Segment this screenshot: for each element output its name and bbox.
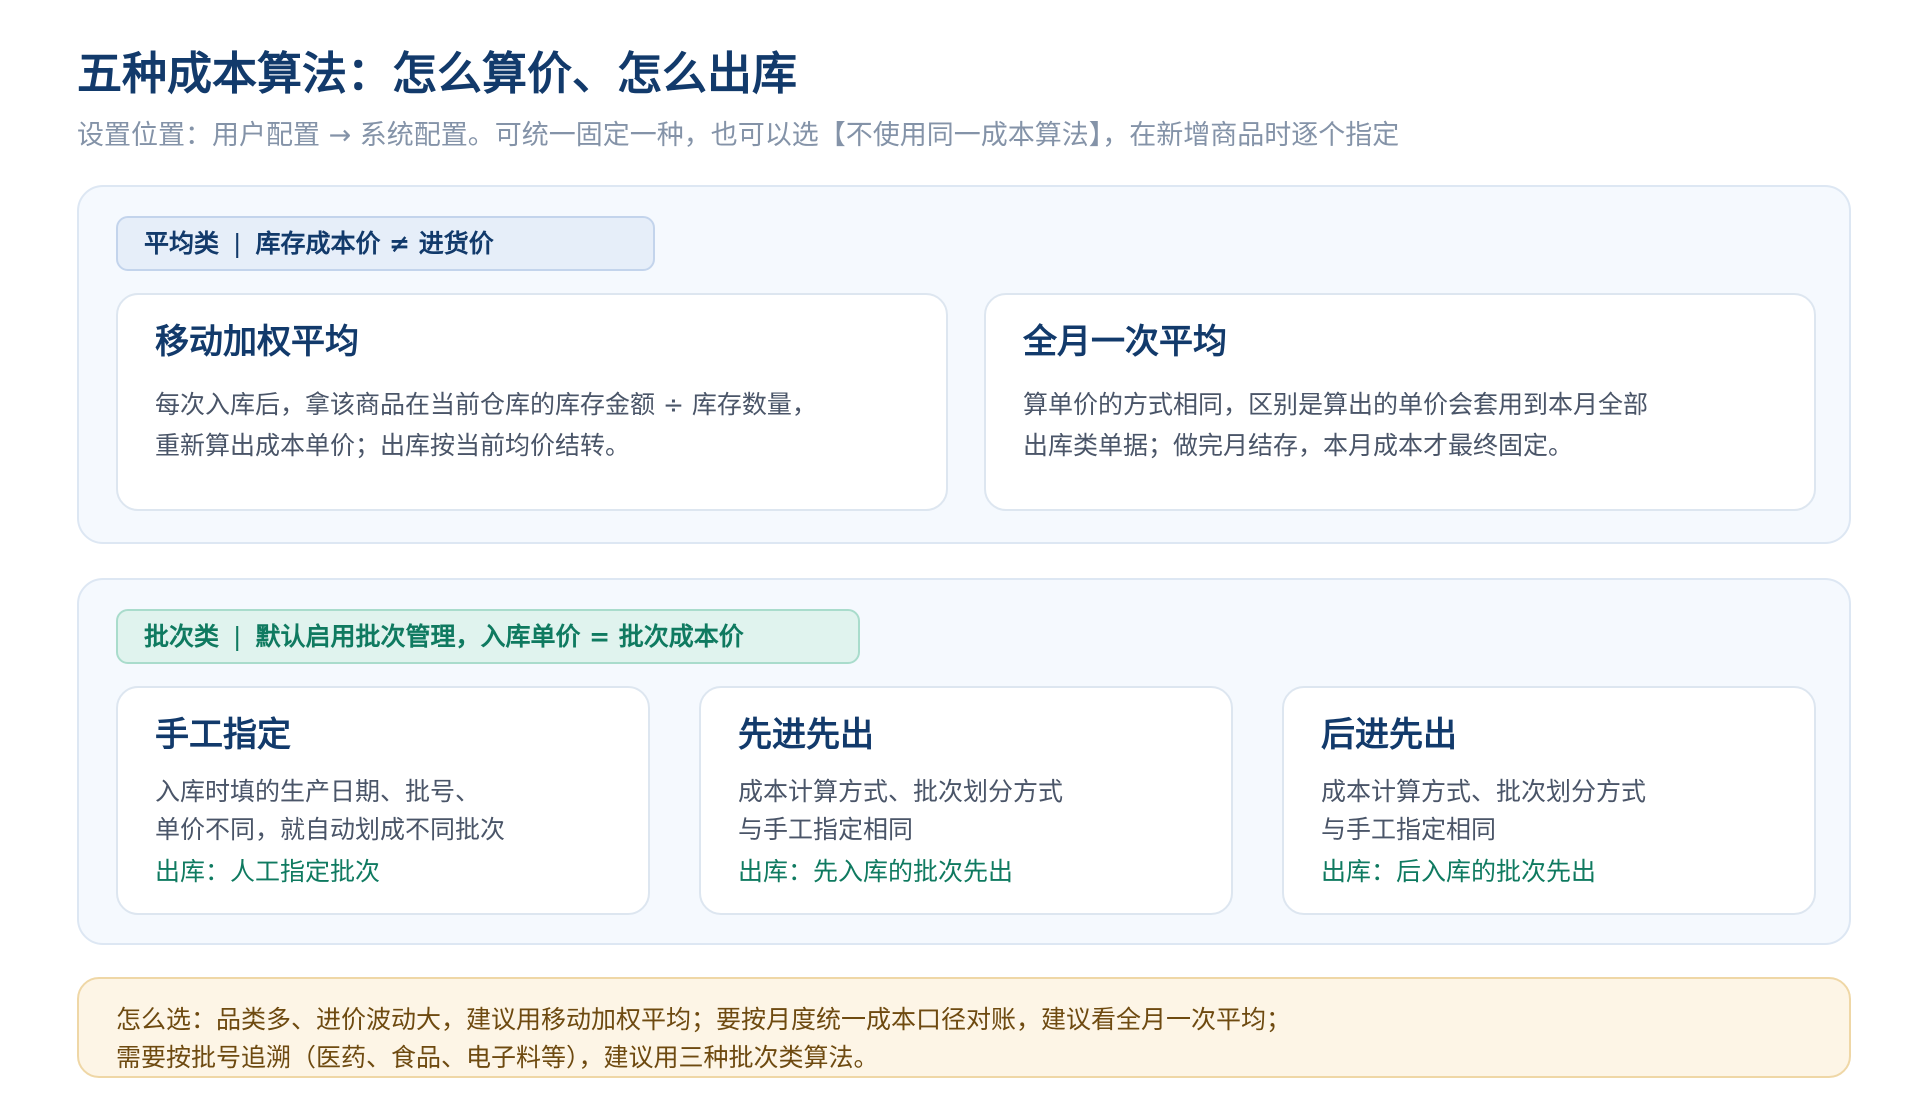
page-title: 五种成本算法：怎么算价、怎么出库 [77,47,798,100]
method-card-lifo: 后进先出 成本计算方式、批次划分方式 与手工指定相同 出库：后入库的批次先出 [1282,686,1816,915]
card-description-line: 算单价的方式相同，区别是算出的单价会套用到本月全部 [1023,390,1649,419]
method-card-fifo: 先进先出 成本计算方式、批次划分方式 与手工指定相同 出库：先入库的批次先出 [699,686,1233,915]
card-description-line: 单价不同，就自动划成不同批次 [155,815,506,844]
batch-tag-separator: | [233,622,242,651]
card-title: 手工指定 [155,715,291,755]
card-description-line: 成本计算方式、批次划分方式 [1321,777,1647,806]
card-description-line: 成本计算方式、批次划分方式 [738,777,1064,806]
card-outbound-rule: 出库：后入库的批次先出 [1321,857,1597,886]
card-outbound-rule: 出库：先入库的批次先出 [738,857,1014,886]
method-card-manual-specify: 手工指定 入库时填的生产日期、批号、 单价不同，就自动划成不同批次 出库：人工指… [116,686,650,915]
card-description-line: 每次入库后，拿该商品在当前仓库的库存金额 ÷ 库存数量， [155,390,817,419]
page: 五种成本算法：怎么算价、怎么出库 设置位置：用户配置 → 系统配置。可统一固定一… [0,0,1920,1098]
card-description: 每次入库后，拿该商品在当前仓库的库存金额 ÷ 库存数量， 重新算出成本单价；出库… [155,384,817,466]
card-description: 成本计算方式、批次划分方式 与手工指定相同 [738,773,1063,849]
card-title: 全月一次平均 [1023,322,1227,362]
card-description-line: 出库类单据；做完月结存，本月成本才最终固定。 [1023,431,1574,460]
batch-methods-section: 批次类 | 默认启用批次管理，入库单价 = 批次成本价 手工指定 入库时填的生产日期… [77,578,1851,945]
average-tag-category: 平均类 [144,229,220,258]
average-category-tag: 平均类 | 库存成本价 ≠ 进货价 [116,216,655,271]
page-subtitle: 设置位置：用户配置 → 系统配置。可统一固定一种，也可以选【不使用同一成本算法】… [77,120,1400,151]
tip-line: 需要按批号追溯（医药、食品、电子料等），建议用三种批次类算法。 [116,1043,879,1072]
card-description-line: 与手工指定相同 [738,815,914,844]
batch-tag-category: 批次类 [144,622,220,651]
card-description-line: 与手工指定相同 [1321,815,1497,844]
average-tag-note: 库存成本价 ≠ 进货价 [255,229,494,258]
tip-line: 怎么选：品类多、进价波动大，建议用移动加权平均；要按月度统一成本口径对账，建议看… [116,1005,1292,1034]
card-title: 后进先出 [1321,715,1457,755]
card-description: 入库时填的生产日期、批号、 单价不同，就自动划成不同批次 [155,773,505,849]
card-title: 先进先出 [738,715,874,755]
batch-tag-note: 默认启用批次管理，入库单价 = 批次成本价 [255,622,744,651]
average-tag-separator: | [233,229,242,258]
card-description: 成本计算方式、批次划分方式 与手工指定相同 [1321,773,1646,849]
card-description-line: 入库时填的生产日期、批号、 [155,777,481,806]
selection-tip-box: 怎么选：品类多、进价波动大，建议用移动加权平均；要按月度统一成本口径对账，建议看… [77,977,1851,1078]
method-card-monthly-average: 全月一次平均 算单价的方式相同，区别是算出的单价会套用到本月全部 出库类单据；做… [984,293,1816,511]
average-methods-section: 平均类 | 库存成本价 ≠ 进货价 移动加权平均 每次入库后，拿该商品在当前仓库的库… [77,185,1851,544]
method-card-moving-weighted-average: 移动加权平均 每次入库后，拿该商品在当前仓库的库存金额 ÷ 库存数量， 重新算出… [116,293,948,511]
batch-category-tag: 批次类 | 默认启用批次管理，入库单价 = 批次成本价 [116,609,860,664]
card-outbound-rule: 出库：人工指定批次 [155,857,381,886]
card-description-line: 重新算出成本单价；出库按当前均价结转。 [155,431,631,460]
card-title: 移动加权平均 [155,322,359,362]
card-description: 算单价的方式相同，区别是算出的单价会套用到本月全部 出库类单据；做完月结存，本月… [1023,384,1648,466]
